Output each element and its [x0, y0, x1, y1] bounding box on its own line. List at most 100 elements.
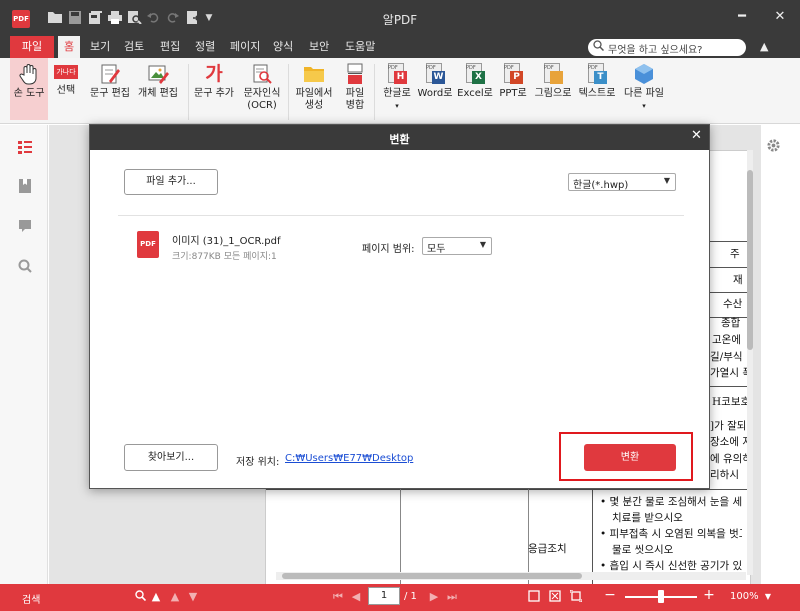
convert-to-other-button[interactable]: 다른 파일 ▾ — [620, 58, 668, 120]
search-box[interactable]: 무엇을 하고 싶으세요? — [588, 39, 746, 56]
chevron-down-icon: ▾ — [642, 102, 646, 110]
hand-tool-button[interactable]: 손 도구 — [10, 58, 48, 120]
page-range-value: 모두 — [427, 244, 446, 255]
menu-file[interactable]: 파일 — [10, 36, 54, 58]
edit-object-label: 개체 편집 — [138, 88, 178, 99]
page-range-select[interactable]: 모두 ▼ — [422, 237, 492, 255]
single-page-icon[interactable] — [528, 590, 540, 605]
doc-text: 길/부식 — [710, 351, 743, 363]
thumbnail-list-icon[interactable] — [18, 141, 32, 155]
add-text-label: 문구 추가 — [194, 88, 234, 99]
convert-to-image-button[interactable]: PDF 그림으로 — [532, 58, 574, 120]
convert-to-ppt-button[interactable]: PDF P PPT로 — [496, 58, 530, 120]
gear-icon[interactable] — [766, 138, 781, 157]
ribbon-divider — [374, 64, 375, 120]
menu-help[interactable]: 도움말 — [345, 36, 375, 58]
menu-security[interactable]: 보안 — [309, 36, 329, 58]
edit-text-button[interactable]: 문구 편집 — [88, 58, 132, 120]
menu-arrange[interactable]: 정렬 — [195, 36, 215, 58]
ribbon-collapse-button[interactable]: ▲ — [760, 40, 768, 53]
zoom-in-icon[interactable]: + — [703, 587, 715, 603]
ribbon-divider — [188, 64, 189, 120]
doc-text: 리하시 — [710, 469, 739, 481]
ppt-file-icon: PDF P — [502, 63, 524, 85]
search-prev-icon[interactable]: ▲ — [150, 590, 162, 603]
close-icon[interactable]: ✕ — [691, 128, 702, 143]
merge-files-button[interactable]: 파일 병합 — [340, 58, 370, 120]
title-bar: PDF ▼ 알PDF ━ ✕ — [0, 0, 800, 36]
convert-to-hangul-button[interactable]: PDF H 한글로 ▾ — [380, 58, 414, 120]
create-from-file-label-1: 파일에서 — [295, 88, 333, 99]
convert-to-text-button[interactable]: PDF T 텍스트로 — [576, 58, 618, 120]
chevron-down-icon[interactable]: ▼ — [762, 592, 774, 601]
doc-text: 가열시 폭 — [710, 367, 752, 379]
next-page-icon[interactable]: ▶ — [428, 590, 440, 603]
doc-text: 고온에 — [712, 334, 741, 346]
close-window-button[interactable]: ✕ — [773, 10, 787, 24]
menu-review[interactable]: 검토 — [124, 36, 144, 58]
doc-text: 수산 — [723, 298, 743, 310]
doc-text: • 흡입 시 즉시 신선한 공기가 있 — [600, 560, 742, 572]
browse-button[interactable]: 찾아보기... — [124, 444, 218, 471]
scroll-thumb[interactable] — [282, 573, 582, 579]
menu-home[interactable]: 홈 — [58, 36, 81, 58]
window-title: 알PDF — [382, 13, 418, 27]
vertical-scrollbar[interactable] — [747, 150, 753, 575]
dialog-header: 변환 ✕ — [90, 125, 709, 150]
convert-to-excel-button[interactable]: PDF X Excel로 — [456, 58, 494, 120]
image-file-icon: PDF — [542, 63, 564, 85]
menu-form[interactable]: 양식 — [273, 36, 293, 58]
doc-text: 장소에 저 — [710, 436, 752, 448]
ocr-label-1: 문자인식 — [243, 88, 281, 99]
select-text-icon: 가나다 — [54, 65, 78, 79]
last-page-icon[interactable]: ⏭ — [446, 590, 458, 604]
prev-page-icon[interactable]: ◀ — [350, 590, 362, 603]
create-from-file-button[interactable]: 파일에서 생성 — [292, 58, 336, 120]
first-page-icon[interactable]: ⏮ — [332, 590, 344, 604]
file-name: 이미지 (31)_1_OCR.pdf — [172, 236, 281, 247]
bookmark-icon[interactable] — [18, 179, 32, 193]
ocr-icon — [253, 64, 272, 84]
search-placeholder: 무엇을 하고 싶으세요? — [608, 45, 703, 56]
search-icon[interactable] — [18, 259, 32, 273]
scroll-thumb[interactable] — [747, 170, 753, 350]
search-icon[interactable] — [134, 590, 146, 604]
menu-view[interactable]: 보기 — [90, 36, 110, 58]
folder-icon — [304, 67, 324, 82]
horizontal-scrollbar[interactable] — [276, 572, 746, 580]
fit-page-icon[interactable] — [549, 590, 561, 605]
pdf-file-icon: PDF — [137, 231, 159, 258]
convert-to-word-button[interactable]: PDF W Word로 — [416, 58, 454, 120]
ocr-button[interactable]: 문자인식 (OCR) — [240, 58, 284, 120]
zoom-out-icon[interactable]: − — [604, 587, 616, 603]
doc-text: • 피부접촉 시 오염된 의복을 벗고 — [600, 528, 742, 540]
page-number-input[interactable]: 1 — [368, 587, 400, 605]
word-file-icon: PDF W — [426, 63, 445, 84]
zoom-slider-handle[interactable] — [658, 590, 664, 603]
edit-object-button[interactable]: 개체 편집 — [136, 58, 180, 120]
menu-page[interactable]: 페이지 — [230, 36, 260, 58]
output-format-select[interactable]: 한글(*.hwp) ▼ — [568, 173, 676, 191]
zoom-value[interactable]: 100% — [730, 591, 759, 602]
search-down-icon[interactable]: ▼ — [187, 590, 199, 603]
hand-tool-label: 손 도구 — [13, 88, 45, 99]
comment-icon[interactable] — [18, 219, 32, 233]
add-file-button[interactable]: 파일 추가... — [124, 169, 218, 195]
doc-text: 종합 — [721, 317, 741, 329]
merge-label-2: 병합 — [345, 100, 365, 111]
select-button[interactable]: 가나다 선택 — [52, 58, 80, 120]
save-location-link[interactable]: C:₩Users₩E77₩Desktop — [285, 453, 413, 464]
search-up-icon[interactable]: ▲ — [169, 590, 181, 603]
hand-icon — [19, 64, 37, 85]
convert-button[interactable]: 변환 — [584, 444, 676, 471]
status-search-label[interactable]: 검색 — [22, 591, 40, 606]
text-file-icon: PDF T — [586, 63, 608, 85]
minimize-button[interactable]: ━ — [735, 10, 749, 24]
menu-edit[interactable]: 편집 — [160, 36, 180, 58]
add-text-icon: 가 — [205, 63, 223, 85]
add-text-button[interactable]: 가 문구 추가 — [192, 58, 236, 120]
chevron-down-icon: ▼ — [479, 240, 486, 249]
merge-icon — [347, 63, 363, 84]
chevron-down-icon: ▾ — [395, 102, 399, 110]
fit-width-icon[interactable] — [569, 589, 583, 605]
